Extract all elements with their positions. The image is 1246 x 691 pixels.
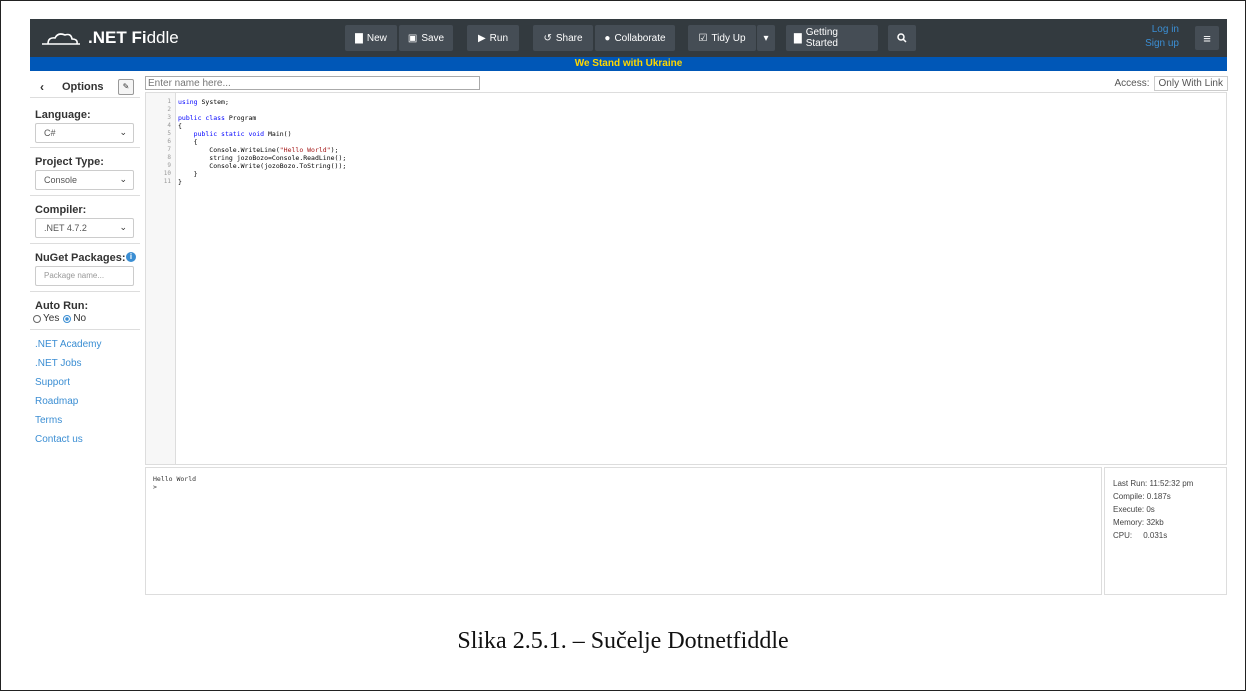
auto-run-options: Yes No xyxy=(33,313,86,324)
pin-icon[interactable]: ✎ xyxy=(118,79,134,95)
link-terms[interactable]: Terms xyxy=(35,415,62,426)
auth-links: Log in Sign up xyxy=(1145,23,1179,51)
nuget-section: NuGet Packages: i Package name... xyxy=(30,243,140,292)
line-number-gutter: 1 2 3 4 5 6 7 8 9 10 11 xyxy=(146,93,176,464)
fiddle-name-input[interactable] xyxy=(145,76,480,90)
language-section: Language: C# ⌄ xyxy=(30,97,140,148)
signup-link[interactable]: Sign up xyxy=(1145,37,1179,51)
link-contact-us[interactable]: Contact us xyxy=(35,434,83,445)
line-number: 8 xyxy=(167,154,171,161)
line-number: 6 xyxy=(167,138,171,145)
project-type-section: Project Type: Console ⌄ xyxy=(30,147,140,196)
auto-run-yes-label: Yes xyxy=(43,313,60,324)
save-button[interactable]: ▣ Save xyxy=(399,25,453,51)
compiler-section: Compiler: .NET 4.7.2 ⌄ xyxy=(30,195,140,244)
project-type-select[interactable]: Console ⌄ xyxy=(35,170,134,190)
compiler-label: Compiler: xyxy=(35,204,87,216)
code-line: } xyxy=(178,178,182,186)
compiler-select[interactable]: .NET 4.7.2 ⌄ xyxy=(35,218,134,238)
cloud-logo-icon xyxy=(42,33,80,45)
line-number: 2 xyxy=(167,106,171,113)
stat-memory: Memory: 32kb xyxy=(1113,518,1164,527)
language-select[interactable]: C# ⌄ xyxy=(35,123,134,143)
share-button[interactable]: ↺ Share xyxy=(533,25,593,51)
ukraine-banner[interactable]: We Stand with Ukraine xyxy=(30,57,1227,71)
code-line: Console.WriteLine("Hello World"); xyxy=(178,146,339,154)
options-header: ‹ Options ✎ xyxy=(30,78,140,96)
floppy-icon: ▣ xyxy=(407,32,418,44)
figure-caption: Slika 2.5.1. – Sučelje Dotnetfiddle xyxy=(457,628,789,654)
top-navbar: .NET Fiddle ▇ New ▣ Save ▶ Run ↺ Share ● Coll… xyxy=(30,19,1227,57)
file-icon: ▇ xyxy=(355,32,363,44)
play-icon: ▶ xyxy=(477,32,486,44)
search-button[interactable] xyxy=(888,25,916,51)
collapse-chevron-icon[interactable]: ‹ xyxy=(40,80,44,94)
line-number: 10 xyxy=(163,170,171,177)
app-title: .NET Fiddle xyxy=(88,28,179,47)
line-number: 9 xyxy=(167,162,171,169)
auto-run-no-radio[interactable] xyxy=(63,314,72,323)
info-icon[interactable]: i xyxy=(126,252,136,262)
link-net-jobs[interactable]: .NET Jobs xyxy=(35,358,82,369)
access-select[interactable]: Only With Link xyxy=(1153,76,1228,91)
search-icon xyxy=(897,33,907,43)
access-control: Access: Only With Link xyxy=(1115,76,1228,91)
line-number: 5 xyxy=(167,130,171,137)
line-number: 11 xyxy=(163,178,171,185)
run-stats-panel: Last Run: 11:52:32 pm Compile: 0.187s Ex… xyxy=(1104,467,1227,595)
sidebar-links: .NET Academy .NET Jobs Support Roadmap T… xyxy=(30,329,140,470)
tidy-up-dropdown[interactable]: ▾ xyxy=(757,25,775,51)
language-label: Language: xyxy=(35,109,91,121)
code-line: } xyxy=(178,170,198,178)
code-line: string jozoBozo=Console.ReadLine(); xyxy=(178,154,347,162)
tidy-up-button[interactable]: ☑ Tidy Up xyxy=(688,25,756,51)
caret-down-icon: ▾ xyxy=(763,32,769,44)
book-icon: ▇ xyxy=(794,32,802,44)
chevron-down-icon: ⌄ xyxy=(119,174,127,184)
line-number: 7 xyxy=(167,146,171,153)
nuget-package-input[interactable]: Package name... xyxy=(35,266,134,286)
output-panel[interactable]: Hello World > xyxy=(145,467,1102,595)
share-icon: ↺ xyxy=(543,32,552,44)
run-button[interactable]: ▶ Run xyxy=(467,25,519,51)
console-output: Hello World > xyxy=(153,475,197,491)
line-number: 3 xyxy=(167,114,171,121)
getting-started-button[interactable]: ▇ Getting Started xyxy=(786,25,878,51)
code-line: { xyxy=(178,122,182,130)
stat-last-run: Last Run: 11:52:32 pm xyxy=(1113,479,1194,488)
access-label: Access: xyxy=(1114,78,1150,89)
line-number: 1 xyxy=(167,98,171,105)
new-button[interactable]: ▇ New xyxy=(345,25,397,51)
check-square-icon: ☑ xyxy=(698,32,708,44)
line-number: 4 xyxy=(167,122,171,129)
chevron-down-icon: ⌄ xyxy=(119,222,127,232)
auto-run-label: Auto Run: xyxy=(35,300,89,312)
project-type-label: Project Type: xyxy=(35,156,104,168)
collaborate-button[interactable]: ● Collaborate xyxy=(595,25,675,51)
user-icon: ● xyxy=(604,32,611,44)
code-line: { xyxy=(178,138,198,146)
code-editor[interactable]: 1 2 3 4 5 6 7 8 9 10 11 using System; pu… xyxy=(145,92,1227,465)
code-line: public static void Main() xyxy=(193,130,292,138)
menu-button[interactable]: ≡ xyxy=(1195,26,1219,50)
stat-cpu: CPU: 0.031s xyxy=(1113,531,1168,540)
logo[interactable]: .NET Fiddle xyxy=(40,27,179,49)
code-line: public class Program xyxy=(178,114,257,122)
stat-compile: Compile: 0.187s xyxy=(1113,492,1171,501)
options-sidebar: ‹ Options ✎ Language: C# ⌄ Project Type:… xyxy=(30,73,140,595)
link-roadmap[interactable]: Roadmap xyxy=(35,396,78,407)
options-title: Options xyxy=(62,81,104,93)
chevron-down-icon: ⌄ xyxy=(119,127,127,137)
nuget-label: NuGet Packages: xyxy=(35,252,126,264)
hamburger-icon: ≡ xyxy=(1203,30,1211,46)
code-line: Console.Write(jozoBozo.ToString()); xyxy=(178,162,347,170)
link-support[interactable]: Support xyxy=(35,377,70,388)
auto-run-no-label: No xyxy=(73,313,87,324)
stat-execute: Execute: 0s xyxy=(1113,505,1155,514)
login-link[interactable]: Log in xyxy=(1145,23,1179,37)
link-net-academy[interactable]: .NET Academy xyxy=(35,339,102,350)
code-line: using System; xyxy=(178,98,229,106)
auto-run-yes-radio[interactable] xyxy=(33,314,41,323)
auto-run-section: Auto Run: Yes No xyxy=(30,291,140,330)
